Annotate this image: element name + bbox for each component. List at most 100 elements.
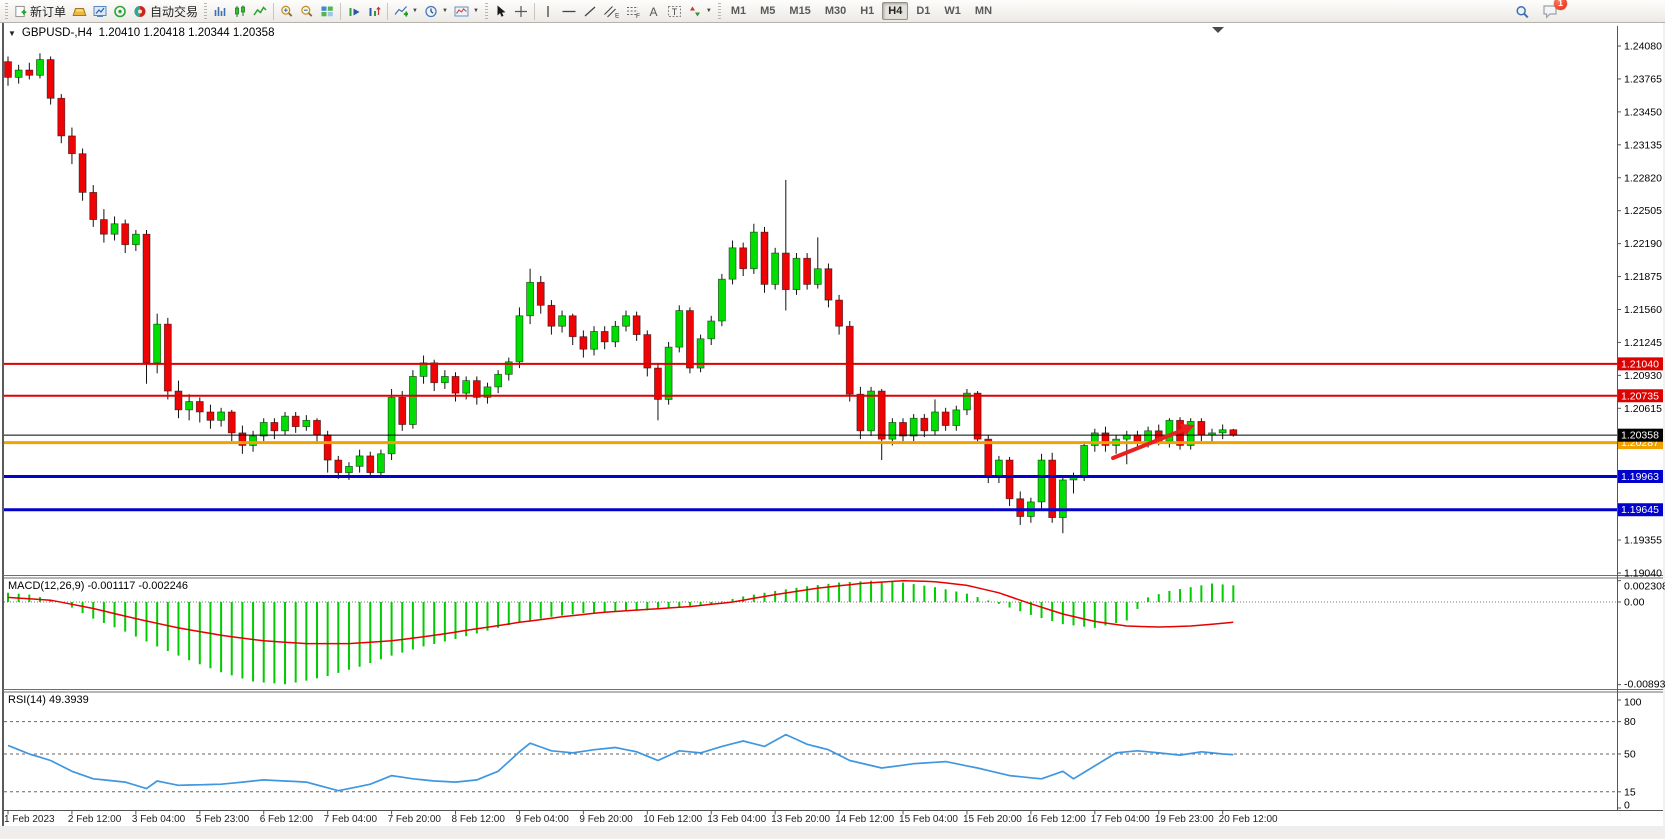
- svg-text:3 Feb 04:00: 3 Feb 04:00: [132, 814, 186, 825]
- rsi-indicator-label: RSI(14) 49.3939: [8, 694, 89, 706]
- toolbar-grip: [204, 3, 207, 19]
- toolbar-right-group: 1: [1512, 1, 1561, 24]
- template-button[interactable]: ▼: [451, 1, 482, 21]
- market-watch-button[interactable]: [90, 1, 110, 21]
- text-tool-button[interactable]: A: [644, 1, 664, 21]
- crosshair-tool-button[interactable]: [511, 1, 531, 21]
- chart-canvas[interactable]: 1.240801.237651.234501.231351.228201.225…: [0, 0, 1665, 839]
- dropdown-arrow-icon[interactable]: ▼: [473, 8, 479, 14]
- svg-text:1.23450: 1.23450: [1624, 106, 1662, 118]
- vertical-line-tool-button[interactable]: [538, 1, 558, 21]
- arrow-shapes-icon: [688, 5, 702, 18]
- svg-text:50: 50: [1624, 749, 1636, 761]
- text-tool-icon: A: [647, 5, 660, 18]
- zoom-in-icon: [280, 5, 294, 18]
- svg-text:1.20930: 1.20930: [1624, 370, 1662, 382]
- navigator-button[interactable]: [364, 1, 384, 21]
- svg-text:F: F: [636, 13, 640, 18]
- channel-tool-button[interactable]: E: [600, 1, 622, 21]
- svg-text:1.22820: 1.22820: [1624, 172, 1662, 184]
- notification-badge: 1: [1554, 0, 1567, 10]
- svg-text:15 Feb 20:00: 15 Feb 20:00: [963, 814, 1022, 825]
- svg-text:1.19963: 1.19963: [1621, 471, 1659, 483]
- svg-text:1.22505: 1.22505: [1624, 205, 1662, 217]
- cursor-tool-button[interactable]: [491, 1, 511, 21]
- fibonacci-icon: F: [625, 5, 641, 18]
- dropdown-arrow-icon[interactable]: ▼: [442, 8, 448, 14]
- autotrading-button[interactable]: 自动交易: [130, 1, 201, 21]
- horizontal-line-tool-button[interactable]: [558, 1, 580, 21]
- svg-text:20 Feb 12:00: 20 Feb 12:00: [1219, 814, 1278, 825]
- svg-text:1.19355: 1.19355: [1624, 535, 1662, 547]
- vertical-line-icon: [542, 5, 554, 18]
- fibonacci-tool-button[interactable]: F: [622, 1, 644, 21]
- svg-text:1.20735: 1.20735: [1621, 390, 1659, 402]
- new-order-label: 新订单: [30, 3, 66, 20]
- label-tool-icon: T: [667, 5, 682, 18]
- tile-windows-button[interactable]: [317, 1, 337, 21]
- svg-text:0.00: 0.00: [1624, 597, 1645, 609]
- svg-text:5 Feb 23:00: 5 Feb 23:00: [196, 814, 250, 825]
- arrows-tool-button[interactable]: ▼: [685, 1, 715, 21]
- dropdown-arrow-icon[interactable]: ▼: [706, 8, 712, 14]
- zoom-out-button[interactable]: [297, 1, 317, 21]
- quotes-button[interactable]: [69, 1, 90, 21]
- line-chart-mode-button[interactable]: [250, 1, 270, 21]
- svg-text:19 Feb 23:00: 19 Feb 23:00: [1155, 814, 1214, 825]
- toolbar-grip: [5, 3, 8, 19]
- svg-text:1.19645: 1.19645: [1621, 504, 1659, 516]
- svg-text:A: A: [650, 5, 658, 18]
- svg-text:16 Feb 12:00: 16 Feb 12:00: [1027, 814, 1086, 825]
- period-button[interactable]: ▼: [421, 1, 451, 21]
- signals-button[interactable]: [110, 1, 130, 21]
- timeframe-button-M5[interactable]: M5: [754, 2, 781, 20]
- trendline-tool-button[interactable]: [580, 1, 600, 21]
- add-indicator-icon: [394, 5, 408, 18]
- market-watch-icon: [93, 5, 107, 18]
- toolbar-separator: [340, 3, 341, 20]
- dropdown-arrow-icon[interactable]: ▼: [412, 8, 418, 14]
- candlestick-chart-icon: [233, 5, 247, 18]
- autotrading-icon: [133, 5, 147, 18]
- toolbar-grip: [485, 3, 488, 19]
- tile-windows-icon: [320, 5, 334, 18]
- timeframe-button-H1[interactable]: H1: [854, 2, 880, 20]
- svg-text:2 Feb 12:00: 2 Feb 12:00: [68, 814, 122, 825]
- svg-text:-0.008939: -0.008939: [1624, 679, 1665, 691]
- timeframe-button-H4[interactable]: H4: [882, 2, 908, 20]
- candlestick-mode-button[interactable]: [230, 1, 250, 21]
- add-indicator-button[interactable]: ▼: [391, 1, 421, 21]
- search-icon: [1515, 5, 1530, 20]
- timeframe-button-M15[interactable]: M15: [783, 2, 816, 20]
- horizontal-line-icon: [561, 5, 577, 18]
- timeframe-button-W1[interactable]: W1: [938, 2, 967, 20]
- zoom-in-button[interactable]: [277, 1, 297, 21]
- timeframe-button-MN[interactable]: MN: [969, 2, 998, 20]
- zoom-out-icon: [300, 5, 314, 18]
- svg-text:8 Feb 12:00: 8 Feb 12:00: [452, 814, 506, 825]
- autotrading-label: 自动交易: [150, 3, 198, 20]
- toolbar-separator: [534, 3, 535, 20]
- new-order-button[interactable]: 新订单: [11, 1, 69, 21]
- timeframe-button-M1[interactable]: M1: [725, 2, 752, 20]
- svg-text:9 Feb 20:00: 9 Feb 20:00: [579, 814, 633, 825]
- svg-text:1.23765: 1.23765: [1624, 73, 1662, 85]
- svg-text:7 Feb 04:00: 7 Feb 04:00: [324, 814, 378, 825]
- data-window-button[interactable]: [344, 1, 364, 21]
- search-button[interactable]: [1512, 2, 1533, 22]
- label-tool-button[interactable]: T: [664, 1, 685, 21]
- svg-text:7 Feb 20:00: 7 Feb 20:00: [388, 814, 442, 825]
- chart-title-text: GBPUSD-,H4 1.20410 1.20418 1.20344 1.203…: [22, 27, 275, 39]
- timeframe-button-M30[interactable]: M30: [819, 2, 852, 20]
- chart-background: [0, 23, 1665, 839]
- chart-title[interactable]: ▼ GBPUSD-,H4 1.20410 1.20418 1.20344 1.2…: [8, 27, 274, 39]
- svg-text:1.21040: 1.21040: [1621, 358, 1659, 370]
- cursor-icon: [494, 5, 507, 18]
- bar-chart-mode-button[interactable]: [210, 1, 230, 21]
- bar-chart-icon: [213, 5, 227, 18]
- timeframe-button-D1[interactable]: D1: [910, 2, 936, 20]
- svg-text:1.21875: 1.21875: [1624, 271, 1662, 283]
- macd-indicator-label: MACD(12,26,9) -0.001117 -0.002246: [8, 580, 188, 592]
- equidistant-channel-icon: E: [603, 5, 619, 18]
- chart-menu-icon[interactable]: ▼: [8, 29, 16, 38]
